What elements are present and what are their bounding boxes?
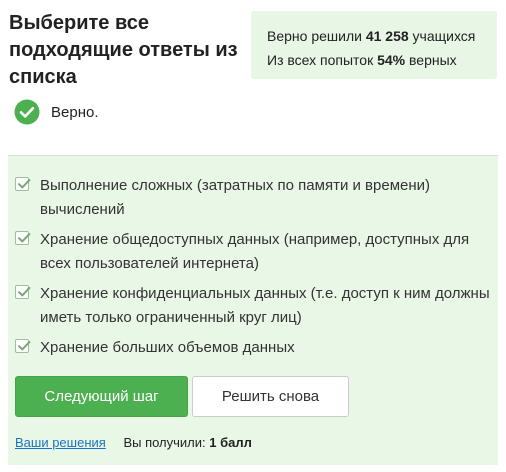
- option-label: Хранение больших объемов данных: [40, 339, 295, 356]
- option-checkbox[interactable]: [15, 231, 31, 245]
- your-solutions-link[interactable]: Ваши решения: [15, 435, 106, 450]
- stats-percent-suffix: верных: [405, 52, 457, 68]
- checkmark-icon: [18, 179, 31, 189]
- checkmark-icon: [18, 341, 31, 351]
- option-label: Хранение конфиденциальных данных (т.е. д…: [40, 285, 490, 326]
- stats-box: Верно решили 41 258 учащихся Из всех поп…: [251, 11, 497, 79]
- answer-panel: Выполнение сложных (затратных по памяти …: [8, 155, 498, 465]
- next-step-button[interactable]: Следующий шаг: [15, 376, 188, 417]
- score-text: Вы получили: 1 балл: [123, 435, 251, 450]
- option-checkbox[interactable]: [15, 285, 31, 299]
- stats-solved-prefix: Верно решили: [267, 28, 366, 44]
- score-value: 1 балл: [209, 435, 252, 450]
- option-checkbox[interactable]: [15, 339, 31, 353]
- stats-solved-line: Верно решили 41 258 учащихся: [267, 24, 497, 48]
- stats-solved-count: 41 258: [365, 28, 409, 44]
- checkmark-icon: [18, 287, 31, 297]
- retry-button[interactable]: Решить снова: [192, 376, 349, 417]
- option-label: Выполнение сложных (затратных по памяти …: [40, 177, 431, 218]
- result-status-text: Верно.: [51, 103, 99, 121]
- stats-percent-prefix: Из всех попыток: [267, 52, 378, 68]
- score-prefix: Вы получили:: [123, 435, 210, 450]
- check-circle-icon: [14, 99, 40, 125]
- submission-footer: Ваши решения Вы получили: 1 балл: [15, 435, 252, 451]
- question-title: Выберите все подходящие ответы из списка: [9, 12, 238, 88]
- checkmark-icon: [18, 233, 31, 243]
- option-label: Хранение общедоступных данных (например,…: [40, 231, 470, 272]
- result-status: Верно.: [14, 98, 98, 126]
- stats-solved-suffix: учащихся: [408, 28, 476, 44]
- option-checkbox[interactable]: [15, 177, 31, 191]
- stats-correct-percent: 54%: [377, 52, 406, 68]
- stats-percent-line: Из всех попыток 54% верных: [267, 48, 497, 72]
